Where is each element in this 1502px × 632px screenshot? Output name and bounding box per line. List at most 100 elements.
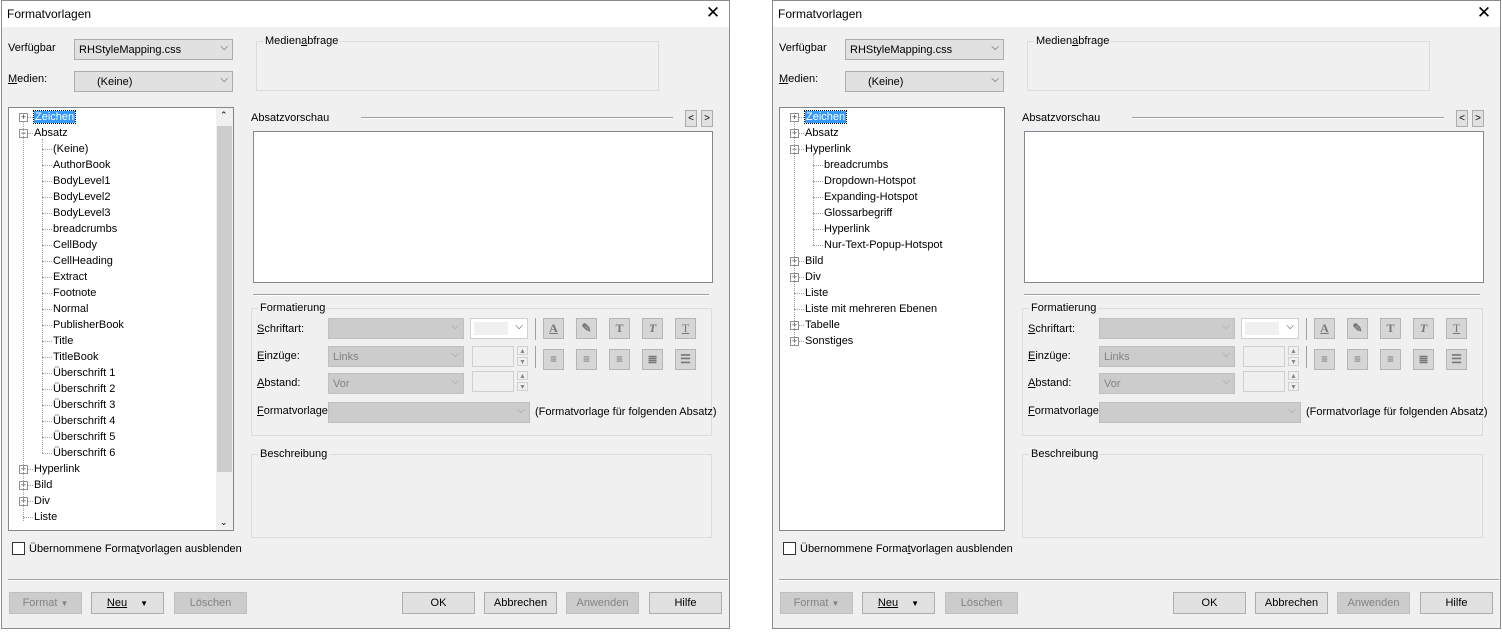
spin-down-icon[interactable]: ▼: [1288, 382, 1299, 391]
tree-item[interactable]: Überschrift 3: [53, 397, 115, 413]
tree-item[interactable]: Normal: [53, 301, 88, 317]
apply-button[interactable]: Anwenden: [566, 592, 639, 614]
spin-down-icon[interactable]: ▼: [517, 382, 528, 391]
indent-spinner-input[interactable]: [472, 346, 514, 367]
italic-icon[interactable]: T: [1413, 318, 1434, 339]
justify-icon[interactable]: ≣: [1413, 349, 1434, 370]
next-style-dropdown[interactable]: ⌵: [328, 402, 530, 423]
apply-button[interactable]: Anwenden: [1337, 592, 1410, 614]
tree-item[interactable]: CellBody: [53, 237, 97, 253]
scroll-up-icon[interactable]: ⌃: [220, 110, 228, 121]
style-tree[interactable]: + Zeichen − Absatz (Keine) AuthorBook BodyLeve…: [8, 107, 234, 531]
font-color-icon[interactable]: A: [543, 318, 564, 339]
media-dropdown[interactable]: (Keine) ⌵: [74, 71, 233, 92]
font-color-icon[interactable]: A: [1314, 318, 1335, 339]
tree-category[interactable]: Hyperlink: [805, 141, 851, 157]
align-left-icon[interactable]: ≡: [1314, 349, 1335, 370]
highlight-icon[interactable]: ✎: [1347, 318, 1368, 339]
underline-icon[interactable]: T: [675, 318, 696, 339]
indent-spinner-input[interactable]: [1243, 346, 1285, 367]
font-size-dropdown[interactable]: ⌵: [1241, 318, 1299, 339]
scrollbar-thumb[interactable]: [217, 126, 232, 472]
tree-item[interactable]: Glossarbegriff: [824, 205, 892, 221]
tree-item[interactable]: BodyLevel3: [53, 205, 111, 221]
hide-inherited-checkbox[interactable]: [783, 542, 796, 555]
tree-item[interactable]: breadcrumbs: [824, 157, 888, 173]
cancel-button[interactable]: Abbrechen: [484, 592, 557, 614]
tree-item[interactable]: Footnote: [53, 285, 96, 301]
tree-item[interactable]: AuthorBook: [53, 157, 110, 173]
tree-item[interactable]: Hyperlink: [824, 221, 870, 237]
highlight-icon[interactable]: ✎: [576, 318, 597, 339]
scroll-down-icon[interactable]: ⌄: [220, 517, 228, 528]
bold-icon[interactable]: T: [1380, 318, 1401, 339]
tree-category[interactable]: Bild: [805, 253, 823, 269]
tree-category[interactable]: Div: [34, 493, 50, 509]
help-button[interactable]: Hilfe: [649, 592, 722, 614]
tree-item[interactable]: Nur-Text-Popup-Hotspot: [824, 237, 943, 253]
tree-category[interactable]: Tabelle: [805, 317, 840, 333]
bullet-list-icon[interactable]: ☰: [675, 349, 696, 370]
underline-icon[interactable]: T: [1446, 318, 1467, 339]
spacing-spinner-input[interactable]: [472, 371, 514, 392]
tree-category[interactable]: Liste: [34, 509, 57, 525]
close-icon[interactable]: ✕: [1474, 3, 1494, 23]
indent-dropdown[interactable]: Links ⌵: [328, 346, 464, 367]
tree-item[interactable]: breadcrumbs: [53, 221, 117, 237]
font-dropdown[interactable]: ⌵: [328, 318, 464, 339]
delete-button[interactable]: Löschen: [174, 592, 247, 614]
tree-category[interactable]: Liste mit mehreren Ebenen: [805, 301, 937, 317]
help-button[interactable]: Hilfe: [1420, 592, 1493, 614]
tree-item[interactable]: CellHeading: [53, 253, 113, 269]
tree-item[interactable]: Überschrift 2: [53, 381, 115, 397]
spin-up-icon[interactable]: ▲: [517, 346, 528, 355]
indent-dropdown[interactable]: Links ⌵: [1099, 346, 1235, 367]
bold-icon[interactable]: T: [609, 318, 630, 339]
bullet-list-icon[interactable]: ☰: [1446, 349, 1467, 370]
font-dropdown[interactable]: ⌵: [1099, 318, 1235, 339]
available-dropdown[interactable]: RHStyleMapping.css ⌵: [845, 39, 1004, 60]
spin-up-icon[interactable]: ▲: [517, 371, 528, 380]
hide-inherited-checkbox[interactable]: [12, 542, 25, 555]
tree-item[interactable]: Überschrift 1: [53, 365, 115, 381]
tree-item[interactable]: PublisherBook: [53, 317, 124, 333]
tree-category[interactable]: Zeichen: [803, 109, 848, 125]
format-button[interactable]: Format ▼: [9, 592, 82, 614]
align-center-icon[interactable]: ≡: [576, 349, 597, 370]
tree-category[interactable]: Sonstiges: [805, 333, 853, 349]
style-tree[interactable]: + Zeichen + Absatz − Hyperlink breadcrumbs Drop…: [779, 107, 1005, 531]
spin-down-icon[interactable]: ▼: [517, 357, 528, 366]
tree-item[interactable]: Überschrift 6: [53, 445, 115, 461]
tree-scrollbar[interactable]: ⌃ ⌄: [216, 108, 233, 530]
tree-item[interactable]: TitleBook: [53, 349, 98, 365]
tree-item[interactable]: Title: [53, 333, 73, 349]
tree-category[interactable]: Zeichen: [32, 109, 77, 125]
ok-button[interactable]: OK: [402, 592, 475, 614]
next-icon[interactable]: >: [1472, 110, 1484, 127]
tree-item[interactable]: BodyLevel2: [53, 189, 111, 205]
tree-category[interactable]: Absatz: [805, 125, 839, 141]
tree-item[interactable]: Extract: [53, 269, 87, 285]
tree-item[interactable]: (Keine): [53, 141, 88, 157]
media-dropdown[interactable]: (Keine) ⌵: [845, 71, 1004, 92]
close-icon[interactable]: ✕: [703, 3, 723, 23]
available-dropdown[interactable]: RHStyleMapping.css ⌵: [74, 39, 233, 60]
spacing-dropdown[interactable]: Vor ⌵: [1099, 373, 1235, 394]
tree-category[interactable]: Hyperlink: [34, 461, 80, 477]
previous-icon[interactable]: <: [685, 110, 697, 127]
italic-icon[interactable]: T: [642, 318, 663, 339]
align-right-icon[interactable]: ≡: [1380, 349, 1401, 370]
tree-item[interactable]: Überschrift 4: [53, 413, 115, 429]
next-icon[interactable]: >: [701, 110, 713, 127]
spin-down-icon[interactable]: ▼: [1288, 357, 1299, 366]
cancel-button[interactable]: Abbrechen: [1255, 592, 1328, 614]
tree-item[interactable]: BodyLevel1: [53, 173, 111, 189]
spacing-dropdown[interactable]: Vor ⌵: [328, 373, 464, 394]
delete-button[interactable]: Löschen: [945, 592, 1018, 614]
spin-up-icon[interactable]: ▲: [1288, 346, 1299, 355]
tree-item[interactable]: Expanding-Hotspot: [824, 189, 918, 205]
align-left-icon[interactable]: ≡: [543, 349, 564, 370]
next-style-dropdown[interactable]: ⌵: [1099, 402, 1301, 423]
align-center-icon[interactable]: ≡: [1347, 349, 1368, 370]
previous-icon[interactable]: <: [1456, 110, 1468, 127]
